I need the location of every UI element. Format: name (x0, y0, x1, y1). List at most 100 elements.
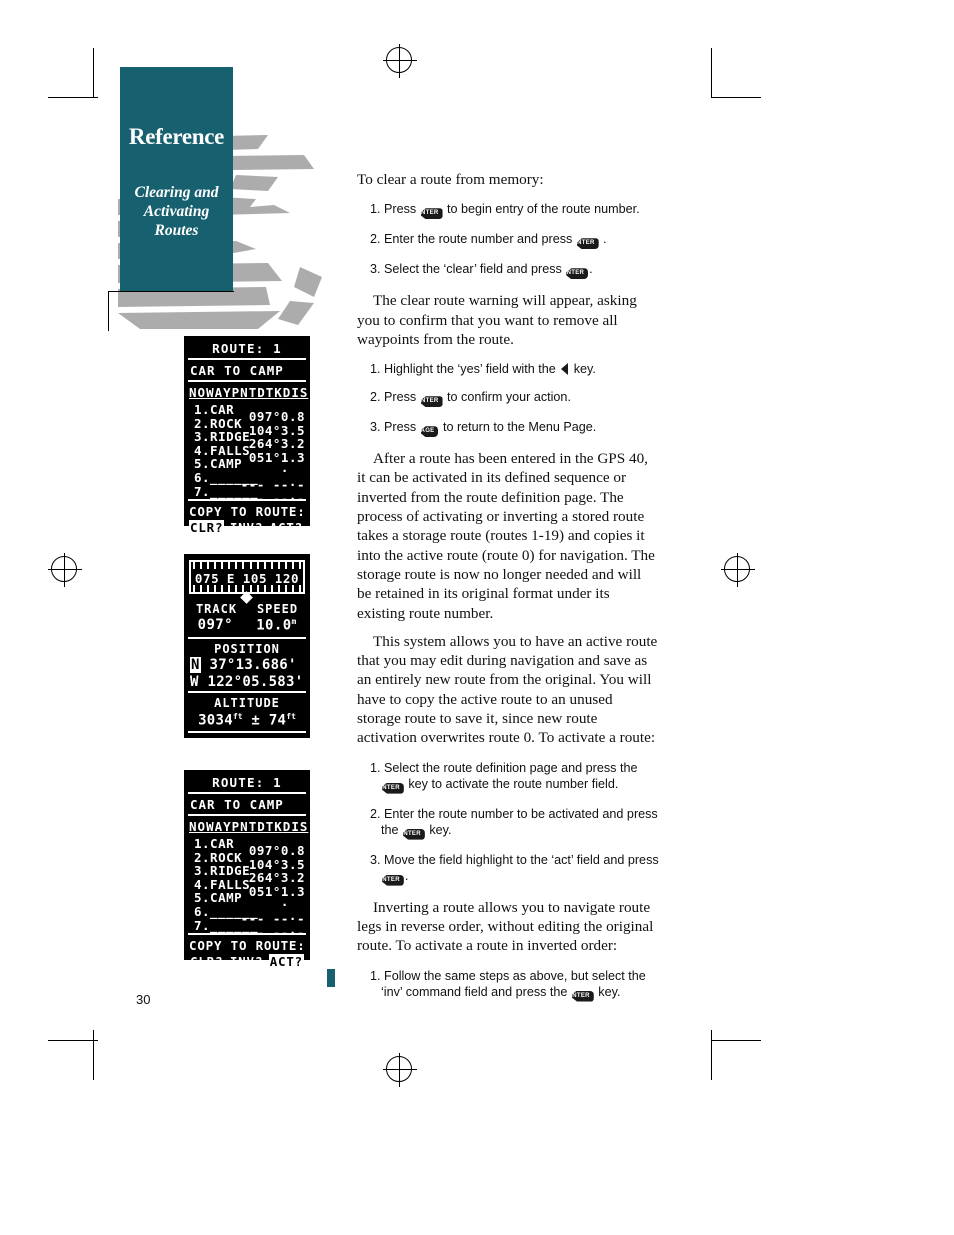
enter-key-icon[interactable]: ENTER (420, 208, 443, 220)
compass-label-2: 105 (242, 571, 268, 586)
longitude-row: W 122°05.583' (186, 674, 308, 691)
step-tail: key to activate the route number field. (408, 776, 619, 791)
step-tail: key. (573, 362, 596, 377)
time-label: TIME (230, 736, 264, 751)
step-text: 2. Enter the route number and press (370, 232, 573, 247)
enter-key-icon[interactable]: ENTER (403, 828, 425, 840)
compass-label-3: 120 (274, 571, 300, 586)
page-title: Reference (128, 124, 225, 149)
step-text: 3. Select the ‘clear’ field and press (370, 262, 562, 277)
step-text: 3. Press (370, 420, 417, 435)
step-tail: . (589, 262, 593, 277)
page-number: 30 (136, 992, 151, 1007)
col-header-dis: DIS (282, 819, 309, 834)
section-subtitle: Clearing and Activating Routes (120, 183, 233, 240)
route-column-headers: NO WAYPNT DTK DIS (186, 816, 308, 835)
leg-value: 051°1.3 (248, 449, 305, 465)
route-rows: 1.CAR 2.ROCK 3.RIDGE 4.FALLS 5.CAMP 6.__… (186, 835, 308, 939)
command-inv[interactable]: INV? (229, 954, 264, 969)
altitude-row: 3034ft ± 74ft (186, 711, 308, 732)
enter-key-icon[interactable]: ENTER (382, 874, 404, 886)
command-act[interactable]: ACT? (269, 520, 304, 535)
lat-hemisphere[interactable]: N (190, 656, 201, 673)
step-text: 3. Move the field highlight to the ‘act’… (370, 852, 659, 867)
compass-labels: 075 E 105 120 (191, 571, 303, 586)
altitude-error-unit: ft (286, 711, 296, 721)
step-tail: to return to the Menu Page. (442, 420, 597, 435)
gps-screen-route-clear: ROUTE: 1 CAR TO CAMP NO WAYPNT DTK DIS 1… (184, 336, 330, 535)
route-column-headers: NO WAYPNT DTK DIS (186, 382, 308, 401)
position-label: POSITION (214, 641, 280, 656)
clear-steps-list: 1. Press ENTER to begin entry of the rou… (357, 201, 659, 280)
leg-value: --- --·- (240, 490, 305, 506)
speed-value: 10.0 (256, 617, 292, 634)
list-item: 1. Press ENTER to begin entry of the rou… (357, 201, 659, 220)
route-command-row: CLR? INV? ACT? (186, 520, 308, 537)
lon-hemisphere[interactable]: W (190, 674, 199, 690)
registration-mark-left (48, 553, 82, 587)
enter-key-icon[interactable]: ENTER (576, 238, 599, 250)
list-item: 1. Select the route definition page and … (357, 760, 659, 794)
col-header-waypnt: WAYPNT (206, 819, 258, 834)
step-text: 2. Press (370, 390, 417, 405)
page-key-icon[interactable]: PAGE (420, 426, 439, 438)
registration-mark-right (721, 553, 755, 587)
list-item: 3. Select the ‘clear’ field and press EN… (357, 261, 659, 280)
intro-paragraph: To clear a route from memory: (357, 171, 544, 188)
altitude-label: ALTITUDE (214, 695, 280, 710)
compass-ribbon: 075 E 105 120 (189, 560, 305, 594)
gps-screen-route-activate: ROUTE: 1 CAR TO CAMP NO WAYPNT DTK DIS 1… (184, 770, 330, 969)
step-tail: key. (598, 984, 621, 999)
col-header-waypnt: WAYPNT (206, 385, 258, 400)
crop-mark-top-left-h (48, 97, 98, 99)
step-tail: . (404, 868, 409, 883)
section-tab-marker (327, 969, 335, 987)
enter-key-icon[interactable]: ENTER (382, 782, 404, 794)
route-title: ROUTE: 1 (212, 775, 282, 790)
speed-label: SPEED (256, 602, 299, 616)
list-item: 3. Move the field highlight to the ‘act’… (357, 852, 659, 886)
gps-screen-position: 075 E 105 120 TRACK SPEED 097° 10.0m POS… (184, 554, 310, 768)
command-act[interactable]: ACT? (268, 954, 304, 969)
lon-value: 122°05.583' (207, 673, 304, 690)
list-item: 3. Press PAGE to return to the Menu Page… (357, 419, 659, 438)
invert-steps-list: 1. Follow the same steps as above, but s… (357, 968, 659, 1002)
step-text: 1. Select the route definition page and … (370, 760, 638, 775)
route-name: CAR TO CAMP (190, 363, 284, 378)
time-value: 15:29:23 (212, 752, 282, 769)
step-tail: to begin entry of the route number. (447, 202, 640, 217)
route-command-row: CLR? INV? ACT? (186, 954, 308, 971)
enter-key-icon[interactable]: ENTER (420, 396, 443, 408)
speed-unit: m (291, 617, 297, 626)
leg-value: --- --·- (240, 476, 305, 492)
enter-key-icon[interactable]: ENTER (566, 268, 589, 280)
arrow-left-key-icon[interactable] (561, 363, 569, 376)
leg-column: 097°0.8 104°3.5 264°3.2 051°1.3 · --- --… (241, 410, 305, 505)
compass-label-0: 075 (194, 571, 220, 586)
crop-mark-bottom-left-v (93, 1030, 95, 1080)
crop-mark-top-right-v (711, 48, 713, 98)
latitude-row: N 37°13.686' (186, 656, 308, 674)
speed-value-group: 10.0m (256, 617, 296, 634)
col-header-dtk: DTK (257, 385, 283, 400)
crop-mark-bottom-right-v (711, 1030, 713, 1080)
leg-value: 104°3.5 (248, 422, 305, 438)
activate-steps-list: 1. Select the route definition page and … (357, 760, 659, 886)
command-inv[interactable]: INV? (229, 520, 264, 535)
col-header-no: NO (189, 819, 207, 834)
subtitle-line-1: Clearing and (134, 184, 219, 201)
lat-value: 37°13.686' (209, 656, 297, 673)
enter-key-icon[interactable]: ENTER (571, 990, 594, 1002)
leg-value: --- --·- (240, 924, 305, 940)
track-label: TRACK (195, 602, 238, 616)
list-item: 2. Press ENTER to confirm your action. (357, 389, 659, 408)
command-clr[interactable]: CLR? (189, 954, 224, 969)
registration-mark-top (383, 44, 417, 78)
crop-mark-top-right-h (711, 97, 761, 99)
warning-paragraph: The clear route warning will appear, ask… (357, 292, 637, 348)
leg-value: · (256, 897, 305, 913)
col-header-no: NO (189, 385, 207, 400)
route-name: CAR TO CAMP (190, 797, 284, 812)
leg-value: --- --·- (240, 910, 305, 926)
command-clr[interactable]: CLR? (189, 520, 225, 535)
